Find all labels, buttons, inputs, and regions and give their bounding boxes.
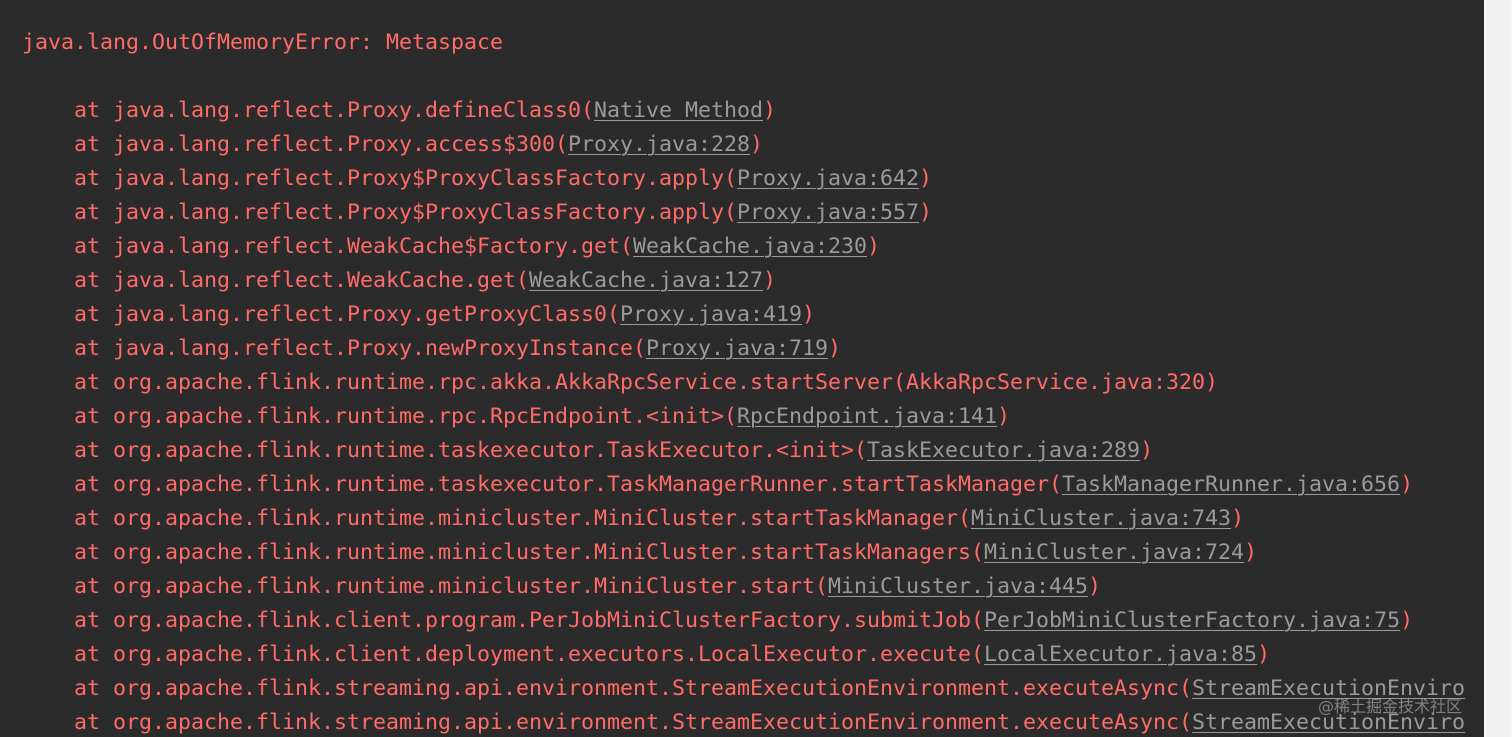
frame-text: ) [802,302,816,327]
frame-text: at java.lang.reflect.WeakCache.get( [74,268,530,293]
stack-frame: at java.lang.reflect.Proxy.getProxyClass… [74,298,815,332]
console-output: java.lang.OutOfMemoryError: Metaspace at… [0,0,1484,737]
source-link[interactable]: RpcEndpoint.java:141 [737,404,997,429]
stack-frame: at java.lang.reflect.WeakCache$Factory.g… [74,230,880,264]
stack-frame: at org.apache.flink.client.program.PerJo… [74,604,1413,638]
frame-text: at org.apache.flink.runtime.taskexecutor… [74,472,1063,497]
frame-text: at org.apache.flink.runtime.minicluster.… [74,574,829,599]
source-link[interactable]: WeakCache.java:230 [633,234,867,259]
stack-frame: at java.lang.reflect.Proxy.defineClass0(… [74,94,776,128]
frame-text: at org.apache.flink.runtime.rpc.RpcEndpo… [74,404,738,429]
source-link[interactable]: MiniCluster.java:445 [828,574,1088,599]
frame-text: at java.lang.reflect.Proxy.access$300( [74,132,569,157]
stack-frame: at org.apache.flink.runtime.taskexecutor… [74,434,1153,468]
stack-frame: at org.apache.flink.client.deployment.ex… [74,638,1270,672]
frame-text: ) [1400,608,1414,633]
stack-frame: at java.lang.reflect.Proxy$ProxyClassFac… [74,162,932,196]
stack-frame: at java.lang.reflect.WeakCache.get(WeakC… [74,264,776,298]
frame-text: ) [867,234,881,259]
frame-text: ) [1140,438,1154,463]
frame-text: at org.apache.flink.runtime.rpc.akka.Akk… [74,370,1219,395]
frame-text: at org.apache.flink.runtime.taskexecutor… [74,438,868,463]
frame-text: ) [997,404,1011,429]
source-link[interactable]: Proxy.java:228 [568,132,750,157]
frame-text: ) [828,336,842,361]
frame-text: ) [1244,540,1258,565]
source-link[interactable]: Native Method [594,98,763,123]
stack-frame: at org.apache.flink.runtime.minicluster.… [74,570,1101,604]
watermark: @稀土掘金技术社区 [1317,697,1462,716]
frame-text: ) [1231,506,1245,531]
stack-frame: at org.apache.flink.runtime.minicluster.… [74,536,1257,570]
frame-text: ) [1400,472,1414,497]
frame-text: at org.apache.flink.streaming.api.enviro… [74,676,1193,701]
source-link[interactable]: LocalExecutor.java:85 [984,642,1257,667]
frame-text: ) [919,200,933,225]
source-link[interactable]: Proxy.java:557 [737,200,919,225]
frame-text: ) [763,98,777,123]
frame-text: at java.lang.reflect.Proxy.getProxyClass… [74,302,621,327]
frame-text: at org.apache.flink.runtime.minicluster.… [74,506,972,531]
frame-text: at org.apache.flink.streaming.api.enviro… [74,710,1193,735]
source-link[interactable]: Proxy.java:719 [646,336,828,361]
stack-frame: at org.apache.flink.runtime.rpc.RpcEndpo… [74,400,1010,434]
frame-text: at org.apache.flink.client.program.PerJo… [74,608,985,633]
source-link[interactable]: MiniCluster.java:724 [984,540,1244,565]
frame-text: at org.apache.flink.runtime.minicluster.… [74,540,985,565]
frame-text: at java.lang.reflect.Proxy$ProxyClassFac… [74,200,738,225]
stack-frame: at org.apache.flink.runtime.rpc.akka.Akk… [74,366,1218,400]
source-link[interactable]: TaskManagerRunner.java:656 [1062,472,1400,497]
source-link[interactable]: WeakCache.java:127 [529,268,763,293]
frame-text: ) [1088,574,1102,599]
stack-frame: at org.apache.flink.runtime.taskexecutor… [74,468,1413,502]
frame-text: ) [763,268,777,293]
frame-text: ) [750,132,764,157]
source-link[interactable]: Proxy.java:419 [620,302,802,327]
stack-frame: at org.apache.flink.runtime.minicluster.… [74,502,1244,536]
source-link[interactable]: TaskExecutor.java:289 [867,438,1140,463]
frame-text: at java.lang.reflect.Proxy.defineClass0( [74,98,595,123]
frame-text: at java.lang.reflect.Proxy.newProxyInsta… [74,336,647,361]
frame-text: at java.lang.reflect.WeakCache$Factory.g… [74,234,634,259]
source-link[interactable]: Proxy.java:642 [737,166,919,191]
frame-text: at java.lang.reflect.Proxy$ProxyClassFac… [74,166,738,191]
stack-frame: at org.apache.flink.streaming.api.enviro… [74,706,1465,737]
frame-text: ) [1257,642,1271,667]
frame-text: at org.apache.flink.client.deployment.ex… [74,642,985,667]
stack-frame: at org.apache.flink.streaming.api.enviro… [74,672,1465,706]
scrollbar-thumb[interactable] [1487,0,1509,737]
exception-message: java.lang.OutOfMemoryError: Metaspace [22,30,504,55]
source-link[interactable]: PerJobMiniClusterFactory.java:75 [984,608,1400,633]
stack-frame: at java.lang.reflect.Proxy.access$300(Pr… [74,128,763,162]
stack-frame: at java.lang.reflect.Proxy$ProxyClassFac… [74,196,932,230]
source-link[interactable]: MiniCluster.java:743 [971,506,1231,531]
stack-frame: at java.lang.reflect.Proxy.newProxyInsta… [74,332,841,366]
vertical-scrollbar[interactable] [1484,0,1512,737]
frame-text: ) [919,166,933,191]
